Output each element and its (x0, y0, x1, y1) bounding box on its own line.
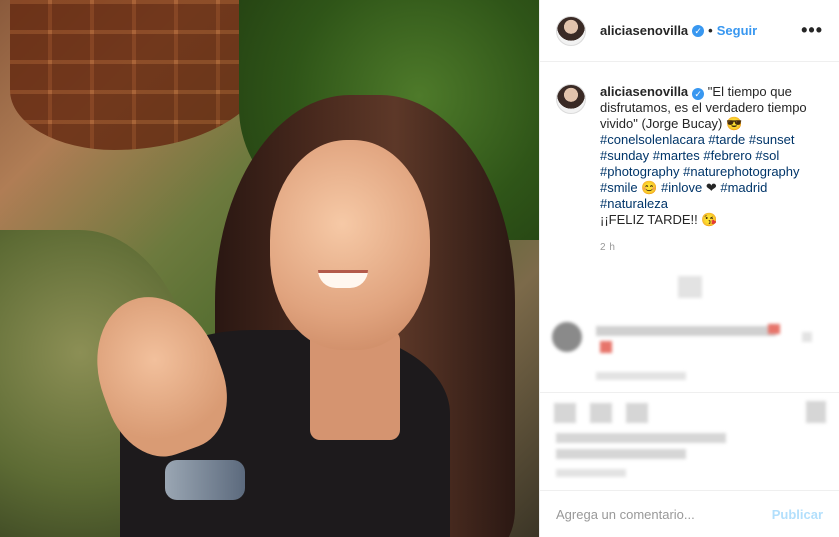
photo-watch (165, 460, 245, 500)
hashtag-link[interactable]: #madrid (720, 180, 767, 195)
follow-button[interactable]: Seguir (717, 23, 757, 38)
more-options-icon[interactable]: ••• (801, 20, 823, 41)
header-separator: • (708, 23, 713, 38)
comment-emoji (768, 324, 780, 334)
verified-badge-icon: ✓ (692, 24, 705, 37)
post-photo[interactable] (0, 0, 539, 537)
comment-meta (596, 372, 686, 380)
publish-button[interactable]: Publicar (772, 507, 823, 522)
hashtag-link[interactable]: #naturaleza (600, 196, 668, 211)
hashtag-link[interactable]: #smile (600, 180, 638, 195)
smile-emoji: 😊 (641, 180, 658, 195)
load-more-comments-icon[interactable] (678, 276, 702, 298)
comment-icon[interactable] (590, 403, 612, 423)
post-timestamp[interactable]: 2 h (600, 240, 823, 256)
caption-avatar[interactable] (556, 84, 586, 114)
share-icon[interactable] (626, 403, 648, 423)
hashtag-link[interactable]: #conelsolenlacara (600, 132, 705, 147)
heart-icon[interactable] (554, 403, 576, 423)
comment-emoji (600, 341, 612, 353)
post-header: aliciasenovilla ✓ • Seguir ••• (540, 0, 839, 62)
hashtag-link[interactable]: #sunset (749, 132, 795, 147)
kiss-emoji: 😘 (701, 212, 718, 227)
post-side-panel: aliciasenovilla ✓ • Seguir ••• aliciasen… (539, 0, 839, 537)
hashtag-link[interactable]: #martes (653, 148, 700, 163)
bookmark-icon[interactable] (806, 401, 826, 423)
avatar[interactable] (556, 15, 586, 46)
caption-verified-badge-icon: ✓ (692, 88, 705, 100)
action-bar (540, 392, 839, 477)
photo-face (270, 140, 430, 350)
caption-body: aliciasenovilla ✓ "El tiempo que disfruta… (600, 84, 823, 256)
likes-summary[interactable] (556, 433, 726, 443)
likes-summary[interactable] (556, 449, 686, 459)
caption-closing: ¡¡FELIZ TARDE!! (600, 212, 698, 227)
hashtag-link[interactable]: #sol (755, 148, 779, 163)
post-date (556, 469, 626, 477)
photo-stone-wall (10, 0, 270, 150)
caption-username[interactable]: aliciasenovilla (600, 84, 688, 99)
hashtag-link[interactable]: #naturephotography (683, 164, 799, 179)
comment-input[interactable] (556, 506, 772, 522)
header-username[interactable]: aliciasenovilla (600, 23, 688, 38)
caption: aliciasenovilla ✓ "El tiempo que disfruta… (540, 62, 839, 256)
hashtag-link[interactable]: #photography (600, 164, 680, 179)
comment-like-icon[interactable] (802, 332, 812, 342)
hashtag-link[interactable]: #inlove (661, 180, 702, 195)
hashtag-link[interactable]: #tarde (708, 132, 745, 147)
heart-emoji: ❤ (705, 180, 717, 195)
hashtag-link[interactable]: #sunday (600, 148, 649, 163)
hashtag-link[interactable]: #febrero (703, 148, 751, 163)
comment-avatar[interactable] (552, 322, 582, 352)
comment-bar: Publicar (540, 490, 839, 537)
comment-text (596, 326, 776, 336)
